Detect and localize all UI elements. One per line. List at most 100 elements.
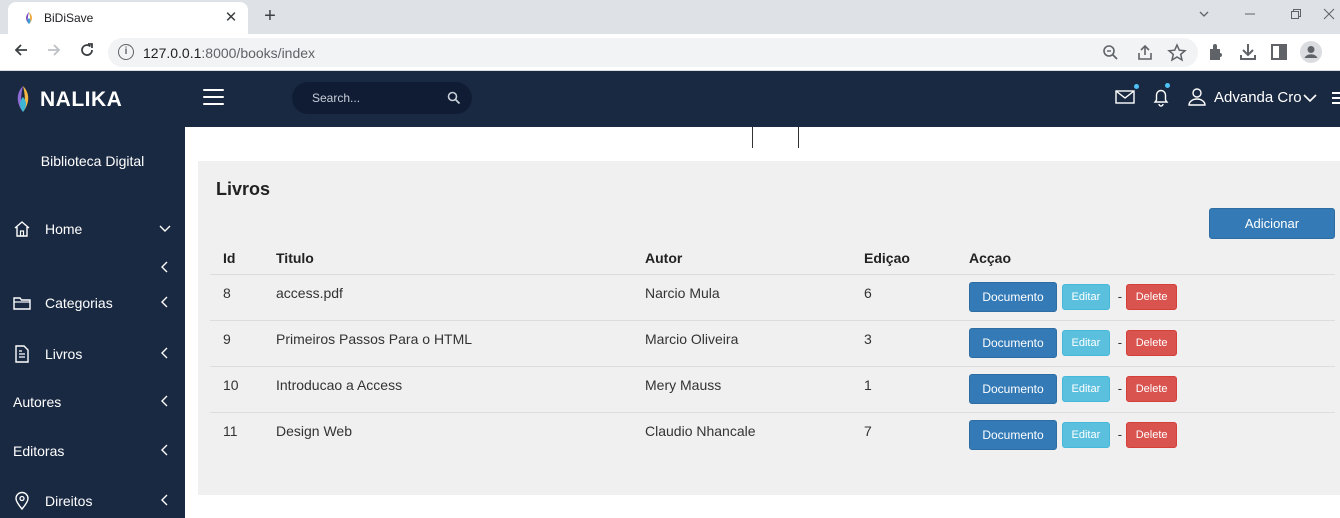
- sidebar-item-editoras[interactable]: Editoras: [0, 435, 185, 467]
- close-tab-icon[interactable]: ✕: [222, 9, 240, 27]
- search-input[interactable]: [292, 82, 442, 114]
- browser-tab[interactable]: BiDiSave ✕: [8, 2, 248, 34]
- chevron-left-icon: [161, 347, 168, 359]
- documento-button[interactable]: Documento: [969, 281, 1057, 312]
- extensions-icon[interactable]: [1205, 40, 1229, 64]
- cell-autor: Mery Mauss: [632, 366, 851, 413]
- sidebar-item-direitos[interactable]: Direitos: [0, 485, 185, 517]
- column-header-edicao: Ediçao: [851, 242, 956, 275]
- sidebar-item-label: Categorias: [45, 295, 113, 311]
- sidebar-item-label: Autores: [13, 394, 62, 410]
- cell-autor: Claudio Nhancale: [645, 422, 756, 439]
- cell-titulo: access.pdf: [263, 274, 632, 321]
- cell-titulo: Primeiros Passos Para o HTML: [263, 320, 632, 367]
- cell-id: 8: [210, 274, 263, 321]
- divider-line: [752, 127, 753, 148]
- hamburger-menu-icon[interactable]: [203, 89, 224, 107]
- cell-actions: Documento Editar - Delete: [956, 320, 1335, 367]
- sidebar-item-label: Home: [45, 221, 83, 237]
- cell-edicao: 6: [851, 274, 956, 321]
- nalika-logo-icon: [17, 86, 29, 112]
- mail-icon[interactable]: [1114, 86, 1136, 108]
- sidebar-item-livros[interactable]: Livros: [0, 338, 185, 370]
- url-text: 127.0.0.1:8000/books/index: [143, 45, 316, 61]
- bookmark-star-icon[interactable]: [1166, 42, 1188, 64]
- close-window-icon[interactable]: [1318, 4, 1340, 28]
- folder-icon: [13, 297, 31, 310]
- books-panel: Livros Adicionar Id Titulo Autor Ediçao …: [198, 161, 1340, 495]
- page-title: Livros: [216, 179, 271, 199]
- document-icon: [15, 345, 29, 363]
- cell-id: 11: [223, 422, 238, 439]
- action-separator: -: [1117, 381, 1123, 396]
- chevron-down-icon: [159, 225, 171, 232]
- sidebar-item-autores[interactable]: Autores: [0, 386, 185, 418]
- minimize-icon[interactable]: [1232, 4, 1268, 28]
- user-icon[interactable]: [1186, 86, 1208, 108]
- zoom-icon[interactable]: [1100, 42, 1122, 64]
- app-header: NALIKA Advanda Cro: [0, 71, 1340, 127]
- sidebar-item-label: Direitos: [45, 493, 93, 509]
- cell-actions: Documento Editar - Delete: [956, 412, 1335, 458]
- cell-titulo: Design Web: [276, 422, 353, 439]
- delete-button[interactable]: Delete: [1126, 421, 1178, 448]
- bell-notification-dot: [1165, 83, 1170, 88]
- editar-button[interactable]: Editar: [1061, 329, 1110, 356]
- table-row: 10 Introducao a Access Mery Mauss 1 Docu…: [210, 366, 1335, 413]
- back-icon[interactable]: [8, 40, 34, 66]
- site-info-icon[interactable]: i: [118, 44, 134, 60]
- column-header-autor: Autor: [632, 242, 851, 275]
- forward-icon[interactable]: [41, 40, 67, 66]
- table-header-row: Id Titulo Autor Ediçao Acçao: [210, 242, 1335, 275]
- documento-button[interactable]: Documento: [969, 373, 1057, 404]
- main-content: Livros Adicionar Id Titulo Autor Ediçao …: [185, 127, 1340, 518]
- documento-button[interactable]: Documento: [969, 327, 1057, 358]
- cell-id: 10: [210, 366, 263, 413]
- editar-button[interactable]: Editar: [1061, 375, 1110, 402]
- editar-button[interactable]: Editar: [1061, 421, 1110, 448]
- delete-button[interactable]: Delete: [1126, 329, 1178, 356]
- download-icon[interactable]: [1236, 40, 1260, 64]
- chevron-left-icon: [161, 261, 168, 273]
- side-panel-icon[interactable]: [1267, 40, 1291, 64]
- cell-id: 9: [210, 320, 263, 367]
- delete-button[interactable]: Delete: [1126, 375, 1178, 402]
- bell-icon[interactable]: [1150, 86, 1172, 108]
- user-name[interactable]: Advanda Cro: [1214, 89, 1302, 106]
- reload-icon[interactable]: [74, 40, 100, 66]
- location-pin-icon: [15, 491, 29, 511]
- sidebar-item-categorias[interactable]: Categorias: [0, 287, 185, 319]
- chevron-left-icon: [161, 296, 168, 308]
- browser-tabstrip: BiDiSave ✕ +: [0, 0, 1340, 34]
- cell-actions: Documento Editar - Delete: [956, 366, 1335, 413]
- action-separator: -: [1117, 289, 1123, 304]
- cell-edicao: 7: [864, 422, 872, 439]
- table-row: 11 Design Web Claudio Nhancale 7 Documen…: [210, 412, 1335, 458]
- divider-line: [798, 127, 799, 148]
- table-row: 8 access.pdf Narcio Mula 6 Documento Edi…: [210, 274, 1335, 321]
- cell-edicao: 3: [851, 320, 956, 367]
- browser-toolbar: i 127.0.0.1:8000/books/index: [0, 34, 1340, 71]
- search-icon[interactable]: [447, 91, 461, 105]
- editar-button[interactable]: Editar: [1061, 283, 1110, 310]
- new-tab-button[interactable]: +: [258, 4, 282, 28]
- tab-search-icon[interactable]: [1186, 4, 1222, 28]
- documento-button[interactable]: Documento: [969, 419, 1057, 450]
- share-icon[interactable]: [1134, 42, 1156, 64]
- delete-button[interactable]: Delete: [1126, 283, 1178, 310]
- sidebar-collapse[interactable]: [0, 253, 185, 281]
- restore-icon[interactable]: [1278, 4, 1314, 28]
- chevron-down-icon[interactable]: [1302, 91, 1318, 105]
- action-separator: -: [1117, 427, 1123, 442]
- right-menu-icon[interactable]: [1332, 91, 1340, 105]
- chevron-left-icon: [161, 494, 168, 506]
- column-header-titulo: Titulo: [263, 242, 632, 275]
- home-icon: [14, 221, 30, 237]
- address-bar[interactable]: i 127.0.0.1:8000/books/index: [108, 38, 1198, 67]
- mail-notification-dot: [1134, 84, 1139, 89]
- sidebar-item-home[interactable]: Home: [0, 213, 185, 245]
- add-book-button[interactable]: Adicionar: [1209, 208, 1335, 239]
- tab-title: BiDiSave: [44, 11, 94, 25]
- profile-avatar-icon[interactable]: [1299, 40, 1323, 64]
- cell-actions: Documento Editar - Delete: [956, 274, 1335, 321]
